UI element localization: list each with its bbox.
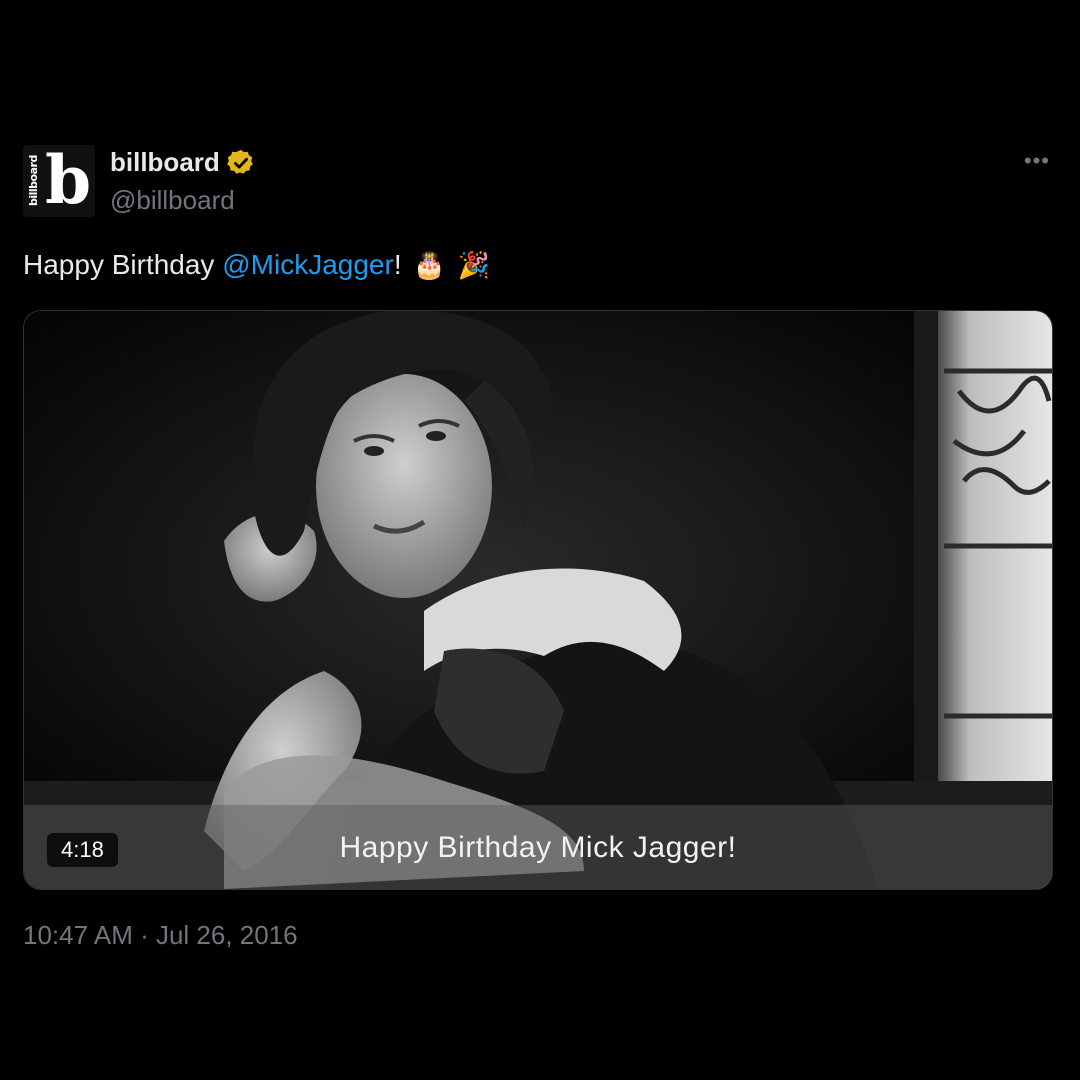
avatar-wordmark: billboard xyxy=(27,155,40,207)
tweet-timestamp[interactable]: 10:47 AM · Jul 26, 2016 xyxy=(23,920,298,951)
mention-link[interactable]: @MickJagger xyxy=(222,249,394,280)
video-caption: Happy Birthday Mick Jagger! xyxy=(339,831,737,864)
author-name-row: billboard xyxy=(110,147,256,178)
more-options-icon[interactable]: ••• xyxy=(1024,148,1050,174)
verified-badge-icon[interactable] xyxy=(226,148,256,178)
video-duration-badge: 4:18 xyxy=(47,833,118,867)
video-player[interactable]: Happy Birthday Mick Jagger! 4:18 xyxy=(23,310,1053,890)
avatar[interactable]: billboard b xyxy=(23,145,95,217)
tweet: billboard b billboard @billboard ••• Hap… xyxy=(0,0,1080,1080)
author-name[interactable]: billboard xyxy=(110,147,220,178)
tweet-text: Happy Birthday @MickJagger! 🎂 🎉 xyxy=(23,249,490,281)
tweet-text-end: ! xyxy=(393,249,402,280)
tweet-text-start: Happy Birthday xyxy=(23,249,223,280)
author-handle[interactable]: @billboard xyxy=(110,185,235,216)
party-popper-icon: 🎉 xyxy=(457,250,490,280)
birthday-cake-icon: 🎂 xyxy=(413,250,446,280)
video-thumbnail xyxy=(24,311,1052,889)
avatar-letter: b xyxy=(45,145,92,217)
